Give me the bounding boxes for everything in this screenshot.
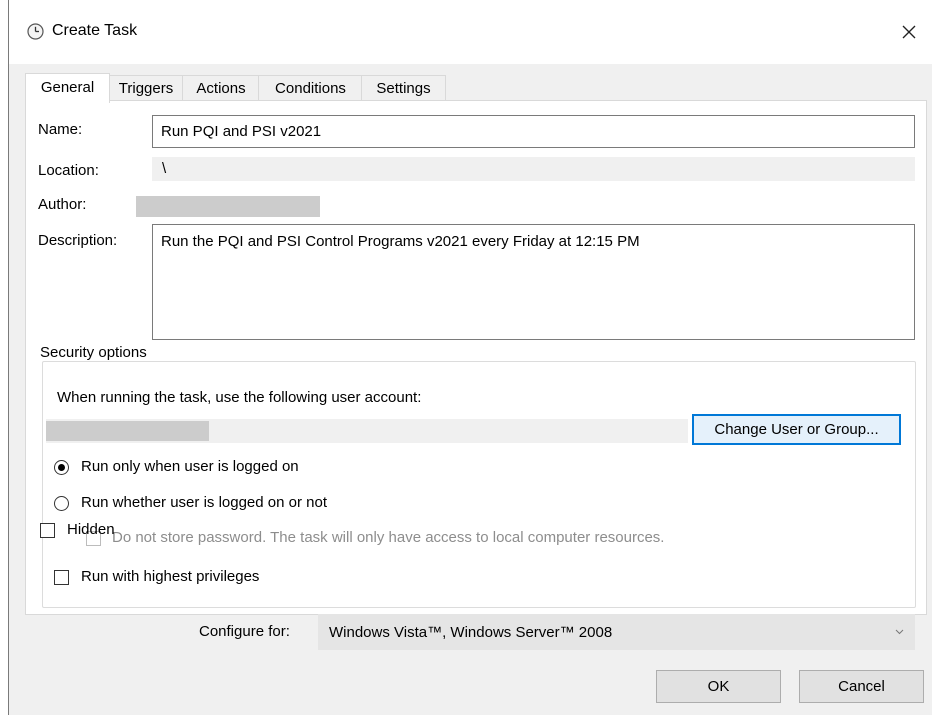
author-label: Author:	[38, 196, 87, 213]
description-field[interactable]: Run the PQI and PSI Control Programs v20…	[152, 224, 915, 340]
tab-settings[interactable]: Settings	[361, 75, 446, 102]
location-value-box: \	[152, 157, 915, 181]
configure-for-value: Windows Vista™, Windows Server™ 2008	[329, 624, 613, 641]
radio-selected-dot	[58, 464, 65, 471]
general-panel: Name: Run PQI and PSI v2021 Location: \ …	[25, 100, 927, 615]
create-task-dialog: Create Task General Triggers Actions Con…	[9, 0, 932, 715]
clock-icon	[27, 23, 44, 40]
configure-for-dropdown[interactable]: Windows Vista™, Windows Server™ 2008	[318, 614, 915, 650]
user-account-field	[46, 419, 688, 443]
radio-run-whether-logged-on[interactable]	[54, 496, 69, 511]
ok-button[interactable]: OK	[656, 670, 781, 703]
tab-conditions[interactable]: Conditions	[258, 75, 363, 102]
radio-run-whether-logged-on-label[interactable]: Run whether user is logged on or not	[81, 494, 327, 511]
description-label: Description:	[38, 232, 118, 249]
location-value: \	[162, 160, 167, 177]
location-label: Location:	[38, 162, 99, 179]
tab-triggers[interactable]: Triggers	[108, 75, 184, 102]
configure-for-label: Configure for:	[199, 623, 290, 640]
run-highest-privileges-label[interactable]: Run with highest privileges	[81, 568, 259, 585]
radio-run-only-logged-on[interactable]	[54, 460, 69, 475]
chevron-down-icon	[895, 629, 904, 635]
title-bar: Create Task	[9, 0, 932, 64]
security-options-legend: Security options	[39, 344, 148, 361]
author-value-redacted	[136, 196, 320, 217]
tab-actions[interactable]: Actions	[182, 75, 260, 102]
account-prompt: When running the task, use the following…	[57, 389, 422, 406]
hidden-label[interactable]: Hidden	[67, 521, 115, 538]
do-not-store-password-label: Do not store password. The task will onl…	[112, 529, 665, 546]
run-highest-privileges-checkbox[interactable]	[54, 570, 69, 585]
background-window-edge	[0, 0, 9, 715]
name-field[interactable]: Run PQI and PSI v2021	[152, 115, 915, 148]
change-user-or-group-button[interactable]: Change User or Group...	[692, 414, 901, 445]
close-button[interactable]	[892, 16, 926, 48]
window-title: Create Task	[52, 22, 138, 39]
close-icon	[902, 25, 916, 39]
radio-run-only-logged-on-label[interactable]: Run only when user is logged on	[81, 458, 299, 475]
name-label: Name:	[38, 121, 83, 138]
hidden-checkbox[interactable]	[40, 523, 55, 538]
tab-general[interactable]: General	[25, 73, 110, 103]
cancel-button[interactable]: Cancel	[799, 670, 924, 703]
user-account-redacted	[46, 421, 209, 441]
